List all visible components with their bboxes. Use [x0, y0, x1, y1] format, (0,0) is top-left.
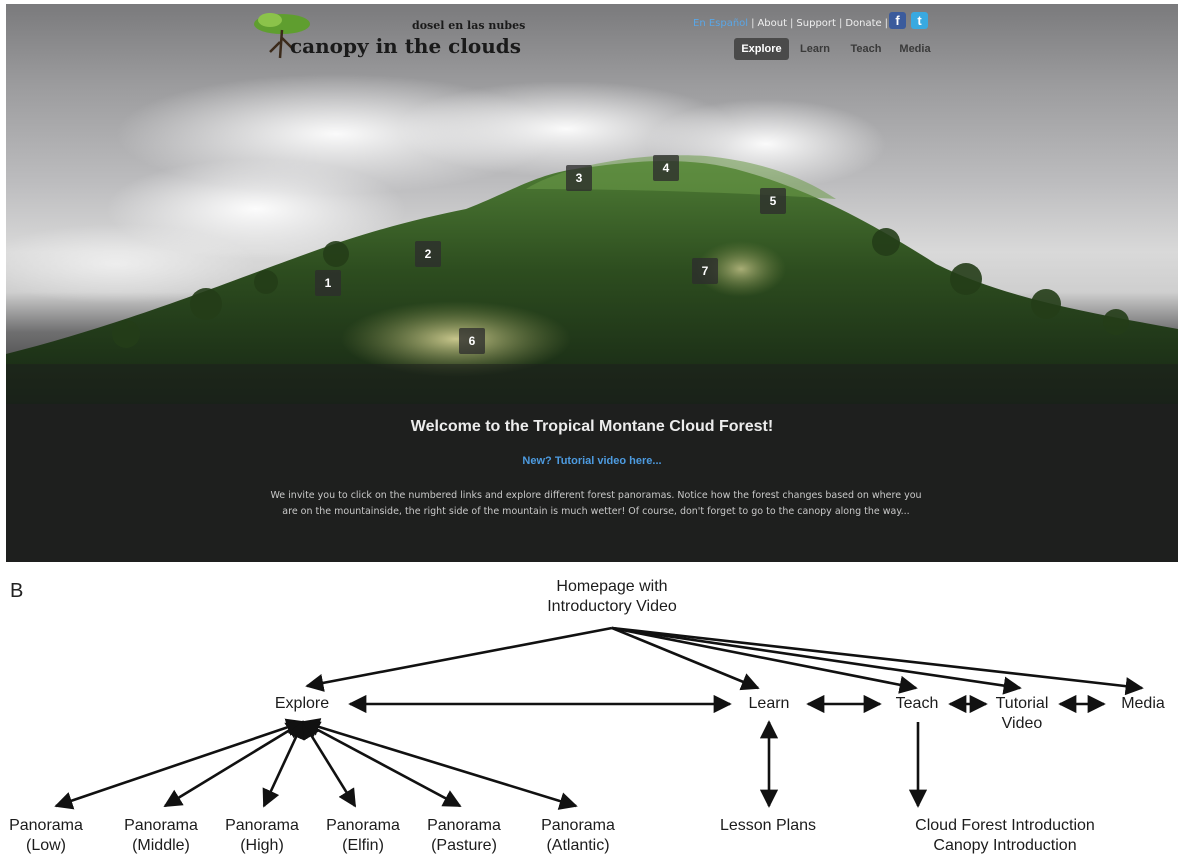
facebook-icon[interactable]: f — [889, 12, 906, 29]
about-link[interactable]: About — [757, 18, 787, 29]
site-logo[interactable]: dosel en las nubes canopy in the clouds — [252, 10, 532, 62]
logo-tagline: dosel en las nubes — [412, 19, 526, 32]
panorama-marker-2[interactable]: 2 — [415, 241, 441, 267]
panorama-marker-6[interactable]: 6 — [459, 328, 485, 354]
sitemap-node-panorama-pasture: Panorama (Pasture) — [427, 817, 501, 854]
support-link[interactable]: Support — [796, 18, 836, 29]
sitemap-node-panorama-elfin: Panorama (Elfin) — [326, 817, 400, 854]
top-links: En Español | About | Support | Donate | — [693, 18, 889, 29]
nav-explore[interactable]: Explore — [734, 38, 789, 60]
hero-image: dosel en las nubes canopy in the clouds … — [6, 4, 1178, 404]
sitemap-node-media: Media — [1121, 695, 1165, 712]
nav-learn[interactable]: Learn — [796, 38, 834, 60]
tutorial-video-link[interactable]: New? Tutorial video here... — [6, 455, 1178, 467]
sitemap-node-explore: Explore — [274, 695, 330, 712]
sitemap-node-panorama-middle: Panorama (Middle) — [124, 817, 198, 854]
sitemap-node-learn: Learn — [748, 695, 790, 712]
website-screenshot: dosel en las nubes canopy in the clouds … — [6, 4, 1178, 562]
panorama-marker-4[interactable]: 4 — [653, 155, 679, 181]
sitemap-node-homepage: Homepage with Introductory Video — [547, 578, 677, 615]
logo-name: canopy in the clouds — [290, 34, 522, 58]
sitemap-node-panorama-high: Panorama (High) — [225, 817, 299, 854]
sitemap-node-panorama-atlantic: Panorama (Atlantic) — [541, 817, 615, 854]
twitter-icon[interactable]: t — [911, 12, 928, 29]
nav-teach[interactable]: Teach — [845, 38, 887, 60]
intro-paragraph: We invite you to click on the numbered l… — [270, 490, 922, 517]
nav-media[interactable]: Media — [895, 38, 935, 60]
sitemap-node-tutorial-video: Tutorial Video — [995, 695, 1049, 732]
donate-link[interactable]: Donate — [845, 18, 881, 29]
spanish-link[interactable]: En Español — [693, 18, 748, 29]
panorama-marker-1[interactable]: 1 — [315, 270, 341, 296]
site-map-diagram: Homepage with Introductory Video Explore… — [0, 566, 1180, 856]
welcome-heading: Welcome to the Tropical Montane Cloud Fo… — [410, 418, 774, 435]
sitemap-node-panorama-low: Panorama (Low) — [9, 817, 83, 854]
panorama-marker-3[interactable]: 3 — [566, 165, 592, 191]
sitemap-node-lesson-plans: Lesson Plans — [719, 817, 817, 834]
cloud-forest-mountain-illustration — [6, 74, 1178, 404]
sitemap-node-teach: Teach — [895, 695, 939, 712]
panorama-marker-5[interactable]: 5 — [760, 188, 786, 214]
sitemap-node-teach-introductions: Cloud Forest Introduction Canopy Introdu… — [915, 817, 1095, 854]
panorama-marker-7[interactable]: 7 — [692, 258, 718, 284]
